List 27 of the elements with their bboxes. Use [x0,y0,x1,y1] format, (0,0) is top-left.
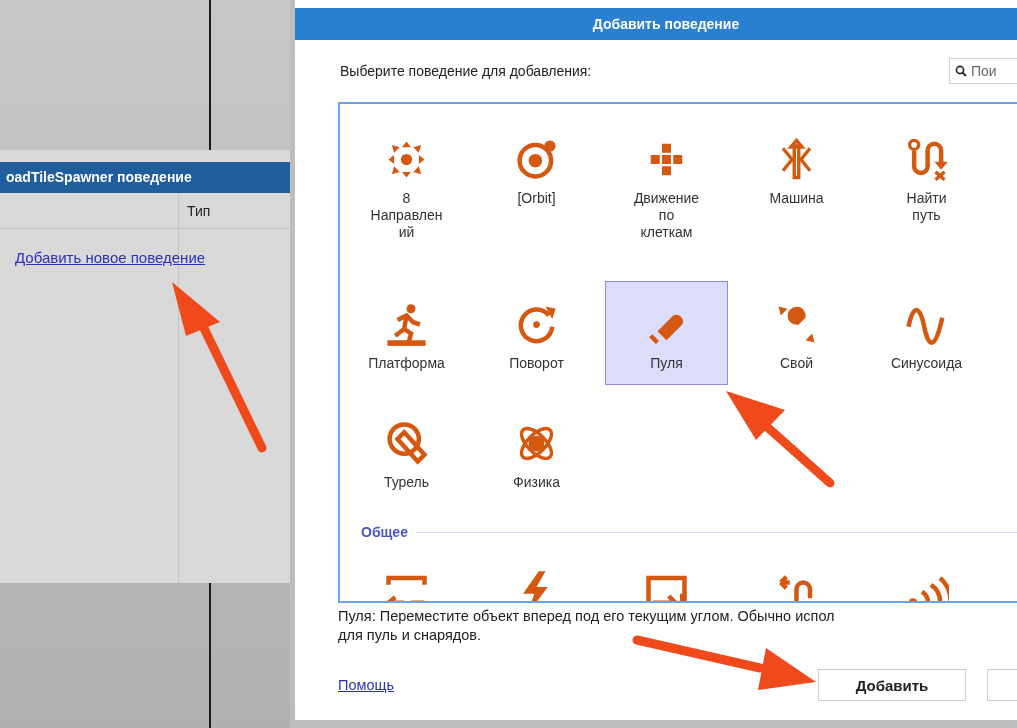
description-text: для пуль и снарядов. [338,626,482,645]
behavior-item[interactable]: Турель [345,400,468,504]
add-behavior-link[interactable]: Добавить новое поведение [15,249,206,266]
add-button[interactable]: Добавить [818,669,966,701]
behavior-item[interactable]: Платформа [345,281,468,385]
running-figure-icon [384,302,429,347]
behavior-item[interactable]: [Orbit] [475,116,598,266]
section-title: Общее [361,524,408,540]
search-icon [955,65,967,77]
behavior-item[interactable]: Свой [735,281,858,385]
turret-icon [384,421,429,466]
behavior-item[interactable]: Движение по клеткам [605,116,728,266]
prompt-text: Выберите поведение для добавления: [340,63,592,79]
behavior-item[interactable]: Физика [475,400,598,504]
behavior-item[interactable]: Найти путь [865,116,988,266]
help-link[interactable]: Помощь [338,677,394,693]
panel-title: oadTileSpawner поведение [0,162,290,193]
behavior-item[interactable]: 8 Направлен ий [345,116,468,266]
behavior-item[interactable]: Машина [735,116,858,266]
column-header: Тип [186,202,211,219]
behavior-item[interactable]: Пуля [605,281,728,385]
orbit-icon [514,137,559,182]
search-field[interactable]: Пои [949,58,1017,84]
behavior-item[interactable]: Синусоида [865,281,988,385]
description-text: Пуля: Переместите объект вперед под его текущим углом. Обычно испол [338,607,835,626]
behavior-item[interactable]: Поворот [475,281,598,385]
dialog-title: Добавить поведение [295,8,1017,40]
